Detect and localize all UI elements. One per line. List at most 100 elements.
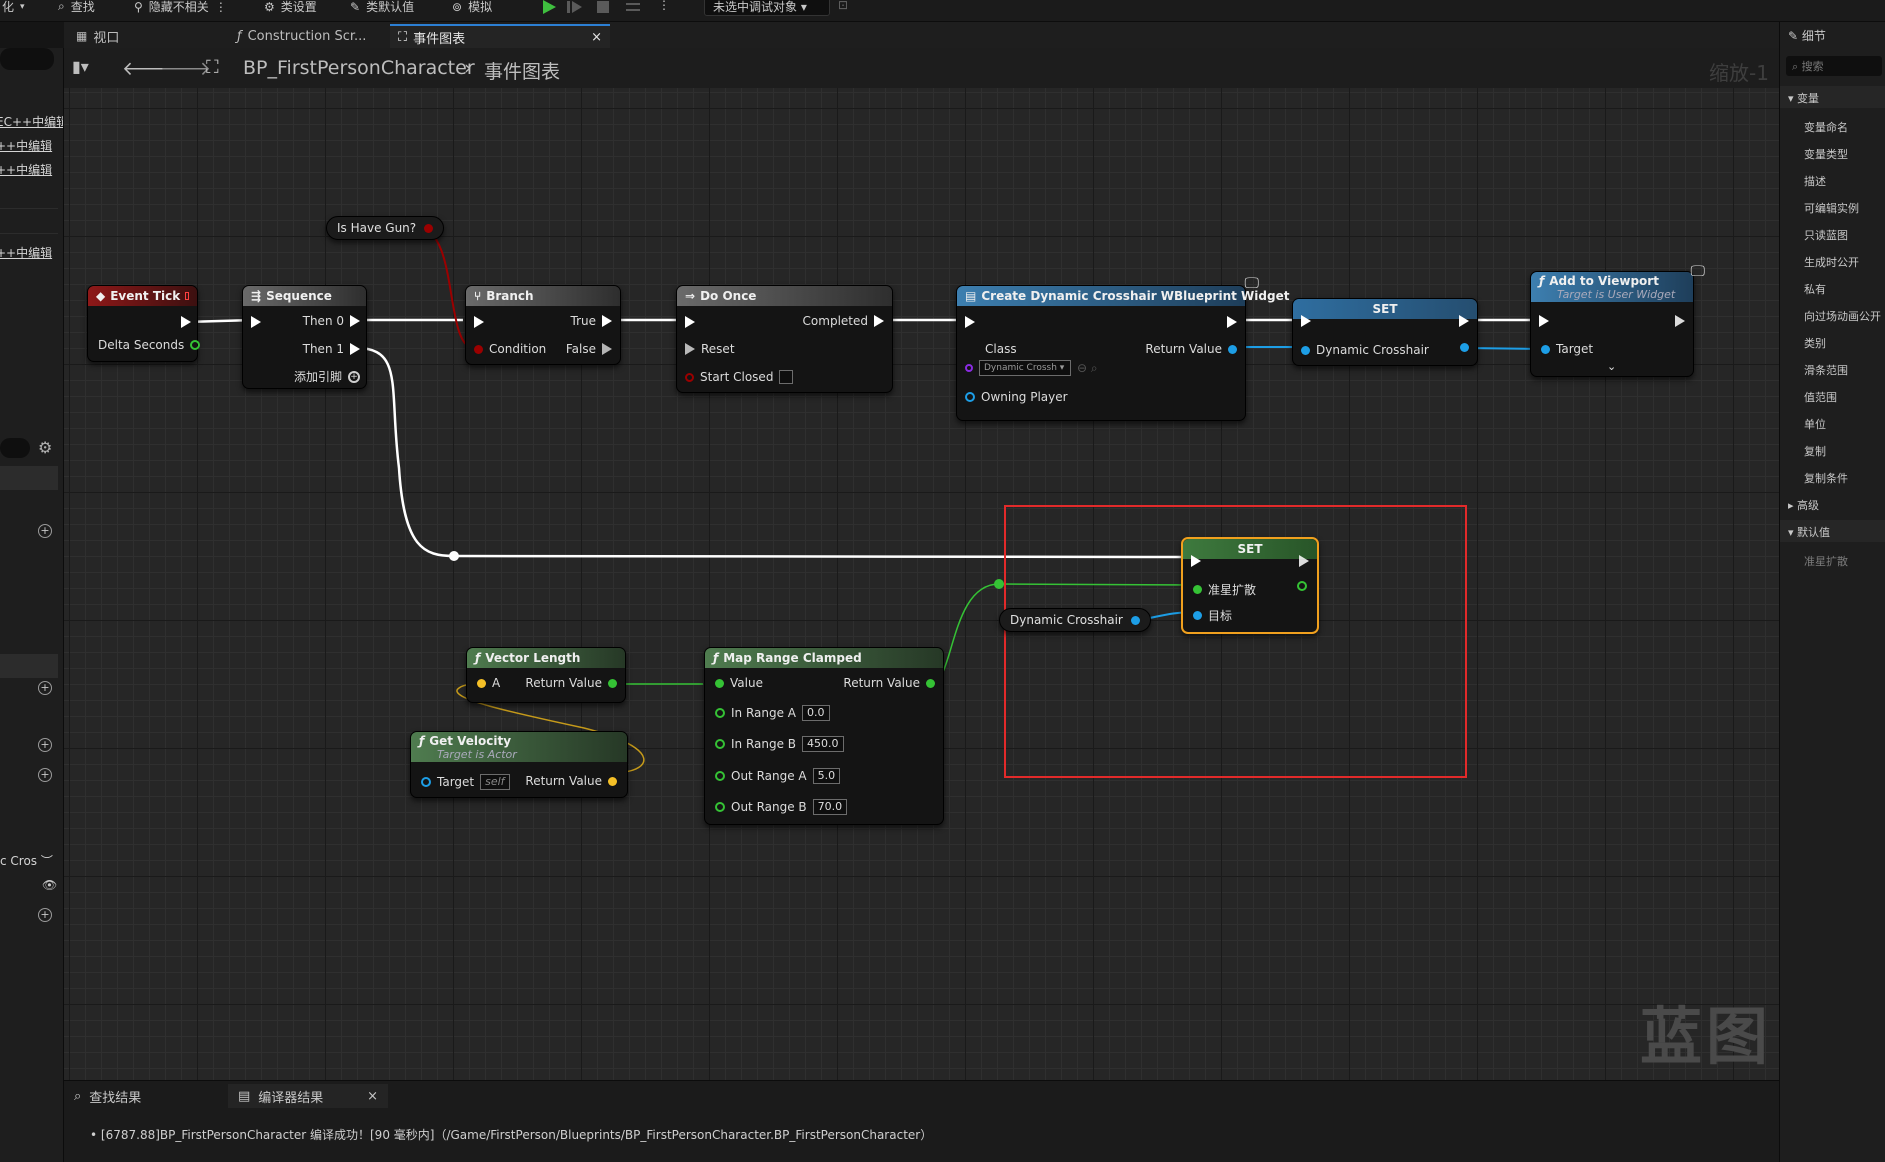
node-add-to-viewport[interactable]: ƒ Add to Viewport Target is User Widget 🖵…	[1530, 262, 1705, 377]
add-viewport-exec-out[interactable]	[1675, 315, 1685, 327]
pin-then-1[interactable]: Then 1	[303, 342, 360, 356]
stop-icon[interactable]	[594, 0, 612, 14]
in-range-b-field[interactable]: 450.0	[802, 736, 844, 752]
pin-map-return[interactable]: Return Value	[843, 676, 935, 690]
toolbar-item-0[interactable]: 化 ▾	[2, 0, 25, 15]
pin-return-value-widget[interactable]: Return Value	[1145, 342, 1237, 356]
pin-velocity-return[interactable]: Return Value	[525, 774, 617, 788]
out-range-b-field[interactable]: 70.0	[812, 799, 848, 815]
target-self-field[interactable]: self	[480, 774, 510, 790]
left-row-1[interactable]: ++中编辑	[0, 137, 56, 154]
node-dynamic-crosshair-var[interactable]: Dynamic Crosshair	[999, 608, 1151, 632]
set-top-exec-in[interactable]	[1301, 315, 1311, 327]
create-widget-exec-in[interactable]	[965, 316, 975, 328]
pin-target-object[interactable]: 目标	[1193, 607, 1232, 624]
pin-in-range-b[interactable]: In Range B 450.0	[715, 736, 844, 752]
debug-filter-icon[interactable]: ⊡	[838, 0, 848, 12]
toolbar-hide-unrelated[interactable]: ⚲ 隐藏不相关 ⋮	[134, 0, 227, 15]
node-map-range-clamped[interactable]: ƒ Map Range Clamped Value Return Value In…	[704, 647, 944, 825]
start-closed-checkbox[interactable]	[779, 370, 794, 384]
eye-icon[interactable]: 👁	[42, 878, 57, 892]
node-do-once[interactable]: ⇒ Do Once Completed Reset Start Closed	[676, 285, 893, 393]
pin-out-range-b[interactable]: Out Range B 70.0	[715, 799, 848, 815]
pin-start-closed[interactable]: Start Closed	[685, 370, 794, 384]
section-variables[interactable]: ▾ 变量	[1788, 90, 1819, 106]
add-dispatcher-icon[interactable]: +	[38, 908, 52, 922]
node-create-widget[interactable]: ▤ Create Dynamic Crosshair WBlueprint Wid…	[956, 274, 1289, 421]
create-widget-exec-out[interactable]	[1227, 316, 1237, 328]
details-search-input[interactable]: ⌕ 搜索	[1786, 56, 1882, 76]
event-graph-canvas[interactable]: ▮▾ 🡐 🡒 ⛶ BP_FirstPersonCharacter › 事件图表 …	[64, 48, 1779, 1080]
pin-class[interactable]: Class	[985, 342, 1017, 356]
class-selector[interactable]: Dynamic Crossh ▾ ⊖ ⌕	[965, 360, 1098, 376]
close-icon[interactable]: ×	[591, 30, 602, 45]
tab-compiler-results[interactable]: ▤ 编译器结果 ×	[228, 1084, 388, 1108]
pin-completed[interactable]: Completed	[803, 314, 884, 328]
node-set-crosshair[interactable]: SET Dynamic Crosshair	[1292, 298, 1478, 366]
browse-icon[interactable]: ⊖ ⌕	[1077, 361, 1098, 376]
node-is-have-gun[interactable]: Is Have Gun?	[326, 216, 445, 240]
event-tick-exec-out[interactable]	[181, 316, 191, 328]
section-advanced[interactable]: ▸ 高级	[1788, 497, 1819, 513]
node-set-spread[interactable]: SET 准星扩散 目标	[1181, 537, 1319, 634]
out-range-a-field[interactable]: 5.0	[812, 768, 841, 784]
pin-map-value[interactable]: Value	[715, 676, 763, 690]
set-bottom-exec-in[interactable]	[1191, 555, 1201, 567]
menu-lines-icon[interactable]	[624, 0, 642, 14]
tab-find-results[interactable]: ⌕ 查找结果	[64, 1084, 151, 1108]
toolbar-class-defaults[interactable]: ✎ 类默认值	[350, 0, 414, 15]
node-event-tick[interactable]: ◆ Event Tick Delta Seconds	[87, 285, 201, 362]
pin-condition[interactable]: Condition	[474, 342, 546, 356]
left-row-4[interactable]: c Cros ︶	[0, 852, 60, 869]
branch-exec-in[interactable]	[474, 316, 484, 328]
settings-gear-icon[interactable]: ⚙	[38, 438, 52, 457]
pin-dynamic-crosshair-out[interactable]	[1460, 343, 1469, 352]
pin-crosshair-spread-out[interactable]	[1297, 581, 1307, 591]
tab-event-graph[interactable]: ⛶ 事件图表 ×	[390, 24, 610, 48]
pin-target-widget[interactable]: Target	[1541, 342, 1593, 356]
sequence-exec-in[interactable]	[251, 316, 261, 328]
play-icon[interactable]	[540, 0, 558, 14]
pin-velocity-target[interactable]: Target self	[421, 774, 510, 790]
pin-out-range-a[interactable]: Out Range A 5.0	[715, 768, 841, 784]
add-pin-button[interactable]: 添加引脚 +	[294, 368, 360, 385]
node-branch[interactable]: ⑂ Branch True Condition False	[465, 285, 621, 365]
toolbar-simulate[interactable]: ⊚ 模拟	[452, 0, 492, 15]
add-macro-icon[interactable]: +	[38, 738, 52, 752]
add-function-icon[interactable]: +	[38, 681, 52, 695]
expand-chevron-icon[interactable]: ⌄	[1607, 360, 1616, 373]
pin-owning-player[interactable]: Owning Player	[965, 390, 1068, 404]
pin-vector-return[interactable]: Return Value	[525, 676, 617, 690]
step-icon[interactable]	[566, 0, 584, 14]
pin-crosshair-spread[interactable]: 准星扩散	[1193, 581, 1256, 598]
debug-object-dropdown[interactable]: 未选中调试对象 ▾	[704, 0, 830, 16]
set-bottom-exec-out[interactable]	[1299, 555, 1309, 567]
tab-viewport[interactable]: ▦ 视口	[68, 24, 218, 48]
in-range-a-field[interactable]: 0.0	[802, 705, 830, 721]
pin-then-0[interactable]: Then 0	[303, 314, 360, 328]
node-get-velocity[interactable]: ƒ Get Velocity Target is Actor Target self…	[410, 731, 628, 798]
node-vector-length[interactable]: ƒ Vector Length A Return Value	[466, 647, 626, 703]
add-variable-icon[interactable]: +	[38, 768, 52, 782]
left-row-0[interactable]: EC++中编辑	[0, 113, 63, 130]
left-row-2[interactable]: ++中编辑	[0, 161, 56, 178]
do-once-exec-in[interactable]	[685, 316, 695, 328]
add-viewport-exec-in[interactable]	[1539, 315, 1549, 327]
left-filter-field[interactable]	[0, 438, 30, 458]
toolbar-class-settings[interactable]: ⚙ 类设置	[264, 0, 317, 15]
pin-false[interactable]: False	[566, 342, 612, 356]
pin-delta-seconds[interactable]: Delta Seconds	[98, 338, 201, 352]
pin-true[interactable]: True	[571, 314, 612, 328]
left-search-field[interactable]	[0, 48, 54, 70]
set-top-exec-out[interactable]	[1459, 315, 1469, 327]
add-graph-icon[interactable]: +	[38, 524, 52, 538]
pin-in-range-a[interactable]: In Range A 0.0	[715, 705, 830, 721]
toolbar-find[interactable]: ⌕ 查找	[58, 0, 95, 15]
pin-reset[interactable]: Reset	[685, 342, 735, 356]
kebab-icon[interactable]: ⋮	[658, 0, 670, 12]
pin-vector-a[interactable]: A	[477, 676, 500, 690]
close-icon[interactable]: ×	[367, 1089, 378, 1104]
pin-dynamic-crosshair-in[interactable]: Dynamic Crosshair	[1301, 343, 1429, 357]
section-defaults[interactable]: ▾ 默认值	[1788, 524, 1830, 540]
node-sequence[interactable]: ⇶ Sequence Then 0 Then 1 添加引脚 +	[242, 285, 367, 389]
